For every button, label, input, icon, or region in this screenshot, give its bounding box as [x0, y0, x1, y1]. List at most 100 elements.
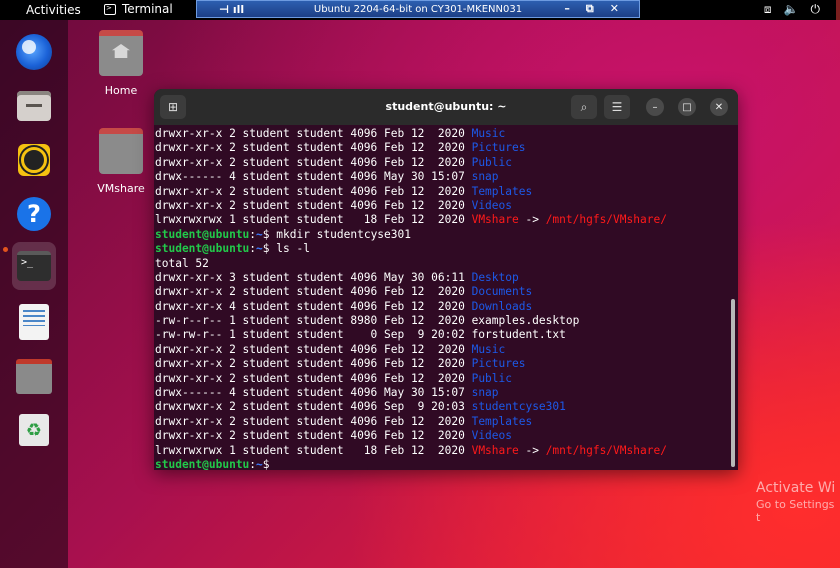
terminal-text: Public [471, 371, 512, 385]
terminal-text: total 52 [155, 256, 209, 270]
terminal-window[interactable]: ⊞ student@ubuntu: ~ ⌕ ☰ – □ ✕ drwxr-xr-x… [154, 89, 738, 470]
terminal-text: drwxr-xr-x 2 student student 4096 Feb 12… [155, 155, 472, 169]
terminal-text: $ mkdir studentcyse301 [262, 227, 411, 241]
desktop-home[interactable]: Home [85, 30, 157, 97]
dock-rhythmbox[interactable] [14, 140, 54, 180]
terminal-text: /mnt/hgfs/VMshare/ [545, 443, 667, 457]
system-tray[interactable]: ⧈ 🔈 ⏻ [764, 2, 820, 17]
terminal-text: drwxr-xr-x 4 student student 4096 Feb 12… [155, 299, 472, 313]
vm-close-button[interactable]: ✕ [610, 2, 619, 16]
files-icon [17, 91, 51, 121]
terminal-text: student@ubuntu [155, 457, 250, 470]
terminal-line: drwxr-xr-x 2 student student 4096 Feb 12… [155, 185, 725, 199]
terminal-text: -> [518, 443, 546, 457]
terminal-text: drwxr-xr-x 2 student student 4096 Feb 12… [155, 357, 472, 371]
terminal-line: drwxr-xr-x 2 student student 4096 Feb 12… [155, 415, 725, 429]
terminal-text: Music [471, 342, 506, 356]
terminal-text: /mnt/hgfs/VMshare/ [545, 213, 667, 227]
terminal-line: drwxrwxr-x 2 student student 4096 Sep 9 … [155, 400, 725, 414]
terminal-line: drwxr-xr-x 2 student student 4096 Feb 12… [155, 141, 725, 155]
terminal-text: Music [471, 127, 506, 140]
terminal-icon: >_ [17, 251, 51, 281]
terminal-line: drwxr-xr-x 2 student student 4096 Feb 12… [155, 127, 725, 141]
activities-button[interactable]: Activities [26, 3, 81, 17]
dock-firefox[interactable] [14, 32, 54, 72]
terminal-text: drwxr-xr-x 2 student student 4096 Feb 12… [155, 141, 472, 155]
search-icon: ⌕ [580, 99, 588, 114]
terminal-text: Videos [471, 429, 512, 443]
terminal-text: VMshare [471, 213, 519, 227]
volume-icon[interactable]: 🔈 [784, 2, 799, 17]
hamburger-icon: ☰ [611, 100, 623, 114]
terminal-line: drwxr-xr-x 2 student student 4096 Feb 12… [155, 372, 725, 386]
trash-icon: ♻ [19, 414, 49, 446]
firefox-icon [16, 34, 52, 70]
dock: ? >_ ♻ [0, 20, 68, 568]
terminal-text: drwxr-xr-x 2 student student 4096 Feb 12… [155, 429, 472, 443]
terminal-text: student@ubuntu [155, 227, 250, 241]
terminal-text: -rw-rw-r-- 1 student student 0 Sep 9 20:… [155, 328, 566, 342]
search-button[interactable]: ⌕ [571, 95, 597, 119]
terminal-line: -rw-r--r-- 1 student student 8980 Feb 12… [155, 314, 725, 328]
terminal-line: lrwxrwxrwx 1 student student 18 Feb 12 2… [155, 213, 725, 227]
dock-trash[interactable]: ♻ [14, 410, 54, 450]
terminal-line: student@ubuntu:~$ [155, 458, 725, 470]
terminal-text: student@ubuntu [155, 242, 250, 256]
menu-button[interactable]: ☰ [604, 95, 630, 119]
terminal-text: studentcyse301 [471, 400, 566, 414]
terminal-text: snap [471, 386, 499, 400]
terminal-text: drwx------ 4 student student 4096 May 30… [155, 170, 472, 184]
app-menu-terminal[interactable]: > Terminal [104, 2, 173, 16]
terminal-text: lrwxrwxrwx 1 student student 18 Feb 12 2… [155, 443, 472, 457]
terminal-scrollbar[interactable] [731, 299, 735, 467]
terminal-text: Desktop [471, 270, 519, 284]
terminal-line: drwxr-xr-x 2 student student 4096 Feb 12… [155, 285, 725, 299]
dock-help[interactable]: ? [14, 194, 54, 234]
vm-restore-button[interactable]: ⧉ [586, 2, 594, 16]
terminal-small-icon: > [104, 3, 116, 15]
terminal-line: student@ubuntu:~$ mkdir studentcyse301 [155, 228, 725, 242]
top-bar: Activities > Terminal ⊣ ıll Ubuntu 2204-… [0, 0, 840, 20]
terminal-text: Templates [471, 414, 533, 428]
minimize-button[interactable]: – [646, 98, 664, 116]
terminal-text: Downloads [471, 299, 533, 313]
terminal-text: Videos [471, 198, 512, 212]
vm-minimize-button[interactable]: – [564, 2, 570, 16]
maximize-button[interactable]: □ [678, 98, 696, 116]
terminal-text: drwxr-xr-x 2 student student 4096 Feb 12… [155, 414, 472, 428]
terminal-header[interactable]: ⊞ student@ubuntu: ~ ⌕ ☰ – □ ✕ [154, 89, 738, 125]
vm-toolbar[interactable]: ⊣ ıll Ubuntu 2204-64-bit on CY301-MKENN0… [196, 0, 640, 18]
dock-terminal[interactable]: >_ [12, 242, 56, 290]
power-icon[interactable]: ⏻ [811, 2, 821, 17]
terminal-text: Public [471, 155, 512, 169]
terminal-text: drwxr-xr-x 2 student student 4096 Feb 12… [155, 184, 472, 198]
terminal-line: drwx------ 4 student student 4096 May 30… [155, 170, 725, 184]
rhythmbox-icon [18, 144, 50, 176]
terminal-line: drwxr-xr-x 2 student student 4096 Feb 12… [155, 199, 725, 213]
dock-folder[interactable] [14, 356, 54, 396]
terminal-line: drwxr-xr-x 2 student student 4096 Feb 12… [155, 429, 725, 443]
desktop-vmshare[interactable]: VMshare [85, 128, 157, 195]
terminal-line: drwxr-xr-x 2 student student 4096 Feb 12… [155, 343, 725, 357]
top-bar-edge [836, 0, 840, 20]
terminal-line: drwxr-xr-x 3 student student 4096 May 30… [155, 271, 725, 285]
terminal-text: drwxr-xr-x 2 student student 4096 Feb 12… [155, 342, 472, 356]
terminal-text: ~ [256, 227, 263, 241]
terminal-line: drwxr-xr-x 4 student student 4096 Feb 12… [155, 300, 725, 314]
dock-files[interactable] [14, 86, 54, 126]
network-icon[interactable]: ⧈ [764, 2, 772, 17]
terminal-text: drwxr-xr-x 2 student student 4096 Feb 12… [155, 371, 472, 385]
dock-writer[interactable] [14, 302, 54, 342]
terminal-line: -rw-rw-r-- 1 student student 0 Sep 9 20:… [155, 328, 725, 342]
watermark-line1: Activate Wi [756, 480, 836, 496]
terminal-text: ~ [256, 457, 263, 470]
terminal-text: lrwxrwxrwx 1 student student 18 Feb 12 2… [155, 213, 472, 227]
terminal-line: drwxr-xr-x 2 student student 4096 Feb 12… [155, 156, 725, 170]
terminal-text: drwxr-xr-x 2 student student 4096 Feb 12… [155, 198, 472, 212]
terminal-line: drwxr-xr-x 2 student student 4096 Feb 12… [155, 357, 725, 371]
terminal-output[interactable]: drwxr-xr-x 2 student student 4096 Feb 12… [155, 127, 725, 470]
terminal-text: -rw-r--r-- 1 student student 8980 Feb 12… [155, 314, 580, 328]
writer-icon [19, 304, 49, 340]
terminal-text: VMshare [471, 443, 519, 457]
close-button[interactable]: ✕ [710, 98, 728, 116]
